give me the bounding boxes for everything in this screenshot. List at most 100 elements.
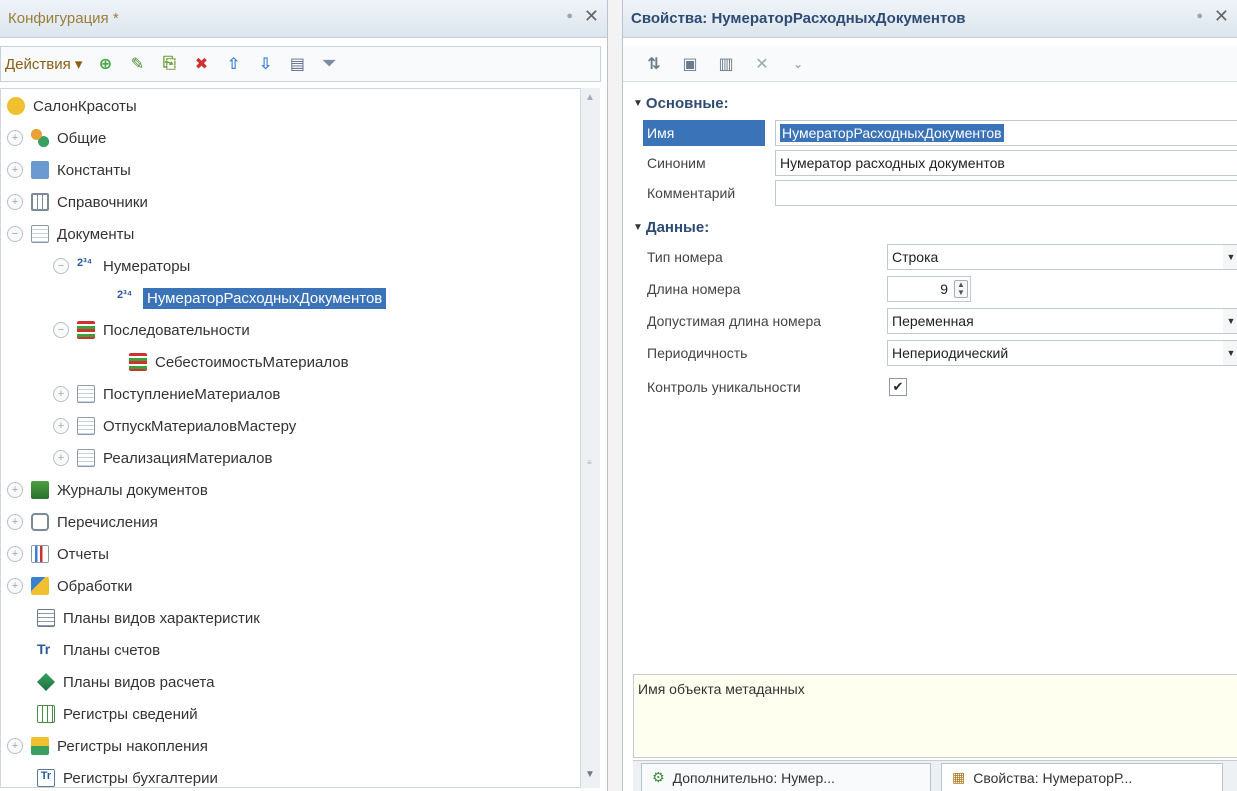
row-periodicity: Периодичность Непериодический ▼ (633, 340, 1237, 366)
scroll-grip-icon[interactable]: ≡ (587, 458, 592, 467)
clear-icon[interactable]: ✕ (751, 53, 773, 75)
move-down-icon[interactable]: ⇩ (254, 53, 276, 75)
reports-icon (31, 545, 49, 563)
property-pages-icon[interactable]: ▥ (715, 53, 737, 75)
expand-icon[interactable]: + (7, 130, 23, 146)
uniqueness-label: Контроль уникальности (647, 379, 801, 395)
sort-icon[interactable]: ▤ (286, 53, 308, 75)
tree-item-common[interactable]: + Общие (7, 125, 106, 151)
allowed-length-label: Допустимая длина номера (647, 313, 822, 329)
expand-icon[interactable]: + (53, 450, 69, 466)
expand-icon[interactable]: + (7, 194, 23, 210)
collapse-icon[interactable]: − (53, 322, 69, 338)
expand-icon[interactable]: + (53, 418, 69, 434)
chevron-down-icon[interactable]: ▼ (1223, 309, 1237, 333)
tree-item-acct-registers[interactable]: Tr Регистры бухгалтерии (37, 765, 218, 787)
collapse-icon[interactable]: − (53, 258, 69, 274)
expand-icon[interactable]: + (7, 738, 23, 754)
expand-icon[interactable]: + (7, 162, 23, 178)
row-comment: Комментарий (633, 180, 1237, 206)
tree-item-receipt-materials[interactable]: + ПоступлениеМатериалов (53, 381, 280, 407)
property-grid: ▼ Основные: Имя НумераторРасходныхДокуме… (633, 92, 1237, 672)
actions-menu[interactable]: Действия ▾ (5, 55, 82, 73)
processings-icon (31, 577, 49, 595)
name-field[interactable]: НумераторРасходныхДокументов (775, 120, 1237, 146)
tree-item-processings[interactable]: + Обработки (7, 573, 132, 599)
tab-additional[interactable]: ⚙ Дополнительно: Нумер... (641, 763, 931, 791)
group-basic[interactable]: ▼ Основные: (633, 92, 729, 114)
close-icon[interactable]: ✕ (1214, 6, 1229, 27)
configuration-title: Конфигурация * (8, 10, 119, 27)
properties-title: Свойства: НумераторРасходныхДокументов (631, 10, 966, 27)
number-length-stepper[interactable]: 9 ▲ ▼ (887, 276, 971, 302)
chevron-down-icon[interactable]: ▼ (1223, 341, 1237, 365)
filter-icon[interactable]: ⏷ (318, 53, 340, 75)
properties-toolbar: ⇅ ▣ ▥ ✕ ⌄ (623, 46, 1237, 82)
categorized-icon[interactable]: ▣ (679, 53, 701, 75)
copy-icon[interactable]: ⎘ (158, 53, 180, 75)
properties-panel: Свойства: НумераторРасходныхДокументов ●… (622, 0, 1237, 791)
uniqueness-checkbox[interactable]: ✔ (889, 378, 907, 396)
pin-icon[interactable]: ● (566, 10, 573, 22)
tree-item-constants[interactable]: + Константы (7, 157, 131, 183)
expand-icon[interactable]: + (7, 578, 23, 594)
scroll-down-icon[interactable]: ▼ (585, 769, 595, 780)
document-icon (77, 417, 95, 435)
tab-properties[interactable]: ▦ Свойства: НумераторР... (941, 763, 1223, 791)
expand-icon[interactable]: + (7, 546, 23, 562)
tree-item-numerators[interactable]: − 2³⁴ Нумераторы (53, 253, 190, 279)
tree-item-root[interactable]: СалонКрасоты (7, 93, 137, 119)
comment-label: Комментарий (647, 185, 736, 201)
periodicity-select[interactable]: Непериодический ▼ (887, 340, 1237, 366)
close-icon[interactable]: ✕ (584, 6, 599, 27)
name-label: Имя (643, 120, 765, 146)
numerator-icon: 2³⁴ (77, 257, 93, 269)
expand-icon[interactable]: + (7, 482, 23, 498)
tree-scrollbar[interactable]: ▲ ≡ ▼ (580, 88, 600, 788)
scroll-up-icon[interactable]: ▲ (585, 92, 595, 103)
delete-icon[interactable]: ✖ (190, 53, 212, 75)
tree-item-reports[interactable]: + Отчеты (7, 541, 109, 567)
row-name: Имя НумераторРасходныхДокументов (633, 120, 1237, 146)
pin-icon[interactable]: ● (1196, 10, 1203, 22)
expand-icon[interactable]: + (53, 386, 69, 402)
collapse-triangle-icon[interactable]: ▼ (633, 98, 643, 109)
document-icon (77, 449, 95, 467)
tree-item-accum-registers[interactable]: + Регистры накопления (7, 733, 208, 759)
tree-item-charts-of-accounts[interactable]: Tr Планы счетов (37, 637, 160, 663)
tree-item-issue-materials[interactable]: + ОтпускМатериаловМастеру (53, 413, 296, 439)
tree-item-journals[interactable]: + Журналы документов (7, 477, 208, 503)
synonym-label: Синоним (647, 155, 706, 171)
collapse-icon[interactable]: − (7, 226, 23, 242)
synonym-field[interactable]: Нумератор расходных документов (775, 150, 1237, 176)
tree-item-enums[interactable]: + Перечисления (7, 509, 158, 535)
chevron-down-icon[interactable]: ▼ (1223, 245, 1237, 269)
char-types-icon (37, 609, 55, 627)
allowed-length-select[interactable]: Переменная ▼ (887, 308, 1237, 334)
tree-item-numerator-expense[interactable]: 2³⁴ НумераторРасходныхДокументов (117, 285, 387, 311)
tree-item-char-types[interactable]: Планы видов характеристик (37, 605, 260, 631)
chevron-down-icon[interactable]: ⌄ (787, 53, 809, 75)
tree-item-calc-types[interactable]: Планы видов расчета (37, 669, 214, 695)
number-type-select[interactable]: Строка ▼ (887, 244, 1237, 270)
documents-icon (31, 225, 49, 243)
tree-item-documents[interactable]: − Документы (7, 221, 134, 247)
property-description: Имя объекта метаданных (633, 674, 1237, 758)
comment-field[interactable] (775, 180, 1237, 206)
add-icon[interactable]: ⊕ (94, 53, 116, 75)
tree-item-sale-materials[interactable]: + РеализацияМатериалов (53, 445, 273, 471)
tree-item-cost-materials[interactable]: СебестоимостьМатериалов (129, 349, 349, 375)
tree-item-info-registers[interactable]: Регистры сведений (37, 701, 198, 727)
collapse-triangle-icon[interactable]: ▼ (633, 222, 643, 233)
move-up-icon[interactable]: ⇧ (222, 53, 244, 75)
tree-item-catalogs[interactable]: + Справочники (7, 189, 148, 215)
sort-alpha-icon[interactable]: ⇅ (643, 53, 665, 75)
spinner-icon[interactable]: ▲ ▼ (954, 280, 968, 298)
configuration-panel: Конфигурация * ● ✕ Действия ▾ ⊕ ✎ ⎘ ✖ ⇧ … (0, 0, 608, 791)
constants-icon (31, 161, 49, 179)
expand-icon[interactable]: + (7, 514, 23, 530)
group-data[interactable]: ▼ Данные: (633, 216, 709, 238)
acct-registers-icon: Tr (37, 769, 55, 787)
edit-icon[interactable]: ✎ (126, 53, 148, 75)
tree-item-sequences[interactable]: − Последовательности (53, 317, 250, 343)
